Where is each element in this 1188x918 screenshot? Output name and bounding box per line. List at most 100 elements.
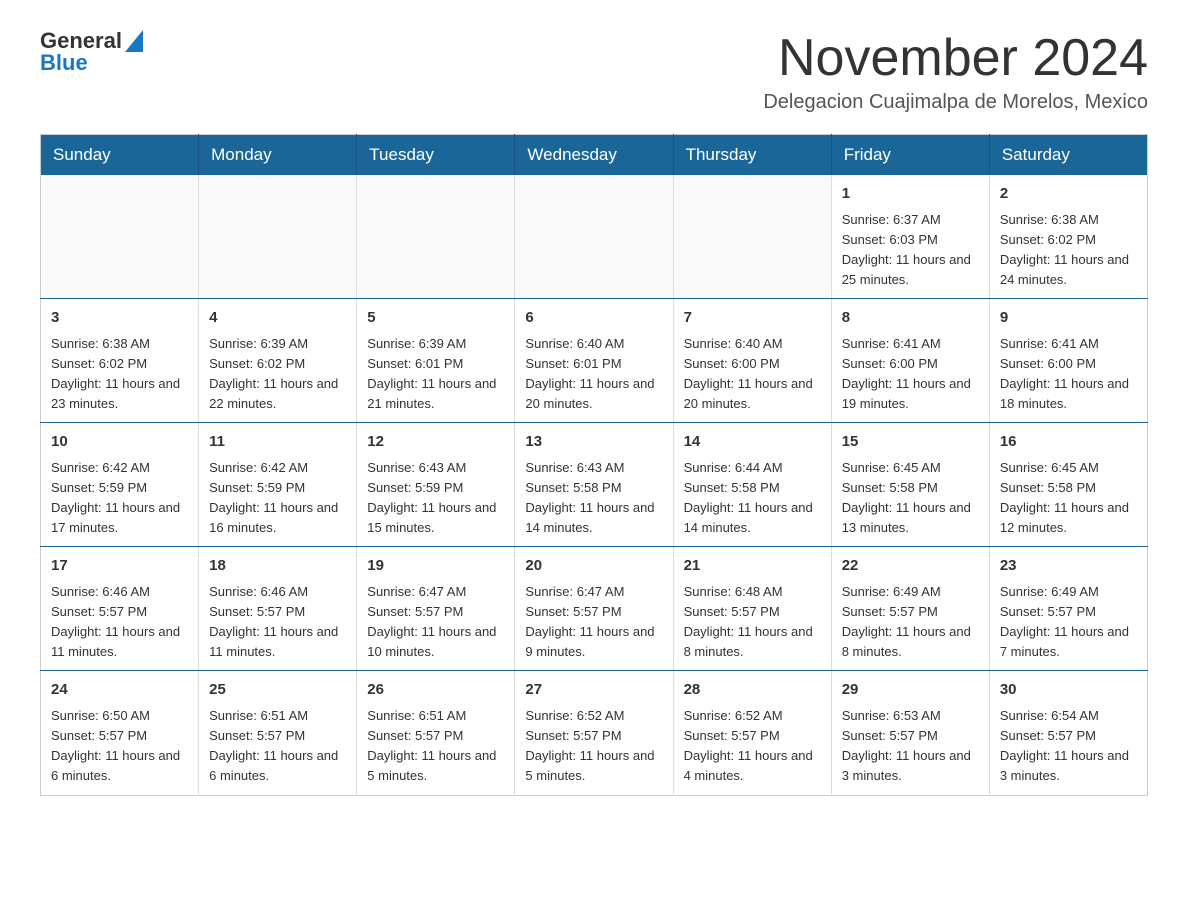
day-info: Sunrise: 6:53 AMSunset: 5:57 PMDaylight:… [842,706,979,787]
day-number: 17 [51,555,188,578]
day-number: 7 [684,307,821,330]
day-number: 23 [1000,555,1137,578]
day-number: 4 [209,307,346,330]
calendar-cell [41,175,199,299]
day-number: 13 [525,431,662,454]
calendar-cell: 4 Sunrise: 6:39 AMSunset: 6:02 PMDaylight… [199,299,357,423]
day-number: 8 [842,307,979,330]
calendar-cell: 22 Sunrise: 6:49 AMSunset: 5:57 PMDayligh… [831,547,989,671]
header: General Blue November 2024 Delegacion Cu… [40,30,1148,114]
day-number: 28 [684,679,821,702]
calendar-cell: 19Sunrise: 6:47 AMSunset: 5:57 PMDayligh… [357,547,515,671]
day-number: 2 [1000,183,1137,206]
day-number: 27 [525,679,662,702]
day-info: Sunrise: 6:48 AMSunset: 5:57 PMDaylight:… [684,582,821,663]
calendar-cell: 25 Sunrise: 6:51 AMSunset: 5:57 PMDayligh… [199,671,357,795]
day-number: 20 [525,555,662,578]
calendar-cell: 3 Sunrise: 6:38 AMSunset: 6:02 PMDaylight… [41,299,199,423]
calendar-cell: 6 Sunrise: 6:40 AMSunset: 6:01 PMDaylight… [515,299,673,423]
calendar-week-row: 24 Sunrise: 6:50 AMSunset: 5:57 PMDayligh… [41,671,1148,795]
day-info: Sunrise: 6:47 AMSunset: 5:57 PMDaylight:… [367,582,504,663]
calendar-cell: 1 Sunrise: 6:37 AMSunset: 6:03 PMDaylight… [831,175,989,299]
day-number: 21 [684,555,821,578]
calendar-cell: 26 Sunrise: 6:51 AMSunset: 5:57 PMDayligh… [357,671,515,795]
day-number: 11 [209,431,346,454]
day-info: Sunrise: 6:41 AMSunset: 6:00 PMDaylight:… [842,334,979,415]
calendar-cell: 21 Sunrise: 6:48 AMSunset: 5:57 PMDayligh… [673,547,831,671]
day-number: 22 [842,555,979,578]
day-number: 3 [51,307,188,330]
day-info: Sunrise: 6:46 AMSunset: 5:57 PMDaylight:… [51,582,188,663]
logo: General Blue [40,30,143,74]
title-area: November 2024 Delegacion Cuajimalpa de M… [763,30,1148,114]
day-info: Sunrise: 6:37 AMSunset: 6:03 PMDaylight:… [842,210,979,291]
calendar-header-thursday: Thursday [673,135,831,176]
logo-triangle-icon [125,30,143,52]
calendar-cell: 20 Sunrise: 6:47 AMSunset: 5:57 PMDayligh… [515,547,673,671]
calendar-cell: 9Sunrise: 6:41 AMSunset: 6:00 PMDaylight… [989,299,1147,423]
calendar-week-row: 10 Sunrise: 6:42 AMSunset: 5:59 PMDayligh… [41,423,1148,547]
calendar-week-row: 17 Sunrise: 6:46 AMSunset: 5:57 PMDayligh… [41,547,1148,671]
calendar-header-row: SundayMondayTuesdayWednesdayThursdayFrid… [41,135,1148,176]
calendar-cell: 30Sunrise: 6:54 AMSunset: 5:57 PMDayligh… [989,671,1147,795]
calendar-header-tuesday: Tuesday [357,135,515,176]
calendar-cell: 8 Sunrise: 6:41 AMSunset: 6:00 PMDaylight… [831,299,989,423]
calendar-cell: 7 Sunrise: 6:40 AMSunset: 6:00 PMDaylight… [673,299,831,423]
day-number: 12 [367,431,504,454]
calendar-cell [673,175,831,299]
day-number: 25 [209,679,346,702]
month-title: November 2024 [763,30,1148,87]
day-number: 6 [525,307,662,330]
day-info: Sunrise: 6:38 AMSunset: 6:02 PMDaylight:… [1000,210,1137,291]
day-info: Sunrise: 6:51 AMSunset: 5:57 PMDaylight:… [367,706,504,787]
calendar-cell: 24 Sunrise: 6:50 AMSunset: 5:57 PMDayligh… [41,671,199,795]
calendar-cell: 27Sunrise: 6:52 AMSunset: 5:57 PMDayligh… [515,671,673,795]
day-info: Sunrise: 6:49 AMSunset: 5:57 PMDaylight:… [1000,582,1137,663]
day-info: Sunrise: 6:40 AMSunset: 6:00 PMDaylight:… [684,334,821,415]
day-info: Sunrise: 6:51 AMSunset: 5:57 PMDaylight:… [209,706,346,787]
day-number: 24 [51,679,188,702]
logo-general-text: General [40,30,122,52]
day-info: Sunrise: 6:40 AMSunset: 6:01 PMDaylight:… [525,334,662,415]
calendar-cell [357,175,515,299]
day-number: 30 [1000,679,1137,702]
calendar-cell: 23 Sunrise: 6:49 AMSunset: 5:57 PMDayligh… [989,547,1147,671]
calendar-week-row: 3 Sunrise: 6:38 AMSunset: 6:02 PMDaylight… [41,299,1148,423]
day-info: Sunrise: 6:38 AMSunset: 6:02 PMDaylight:… [51,334,188,415]
calendar-cell: 2 Sunrise: 6:38 AMSunset: 6:02 PMDaylight… [989,175,1147,299]
calendar-table: SundayMondayTuesdayWednesdayThursdayFrid… [40,134,1148,795]
day-info: Sunrise: 6:43 AMSunset: 5:59 PMDaylight:… [367,458,504,539]
day-info: Sunrise: 6:47 AMSunset: 5:57 PMDaylight:… [525,582,662,663]
day-number: 5 [367,307,504,330]
day-info: Sunrise: 6:42 AMSunset: 5:59 PMDaylight:… [51,458,188,539]
calendar-cell: 16Sunrise: 6:45 AMSunset: 5:58 PMDayligh… [989,423,1147,547]
calendar-cell: 14Sunrise: 6:44 AMSunset: 5:58 PMDayligh… [673,423,831,547]
day-info: Sunrise: 6:39 AMSunset: 6:01 PMDaylight:… [367,334,504,415]
calendar-header-saturday: Saturday [989,135,1147,176]
calendar-cell [515,175,673,299]
calendar-cell: 18Sunrise: 6:46 AMSunset: 5:57 PMDayligh… [199,547,357,671]
day-number: 1 [842,183,979,206]
calendar-week-row: 1 Sunrise: 6:37 AMSunset: 6:03 PMDaylight… [41,175,1148,299]
day-info: Sunrise: 6:41 AMSunset: 6:00 PMDaylight:… [1000,334,1137,415]
calendar-cell: 15Sunrise: 6:45 AMSunset: 5:58 PMDayligh… [831,423,989,547]
calendar-cell: 11Sunrise: 6:42 AMSunset: 5:59 PMDayligh… [199,423,357,547]
day-number: 18 [209,555,346,578]
calendar-header-friday: Friday [831,135,989,176]
location-subtitle: Delegacion Cuajimalpa de Morelos, Mexico [763,91,1148,114]
day-info: Sunrise: 6:43 AMSunset: 5:58 PMDaylight:… [525,458,662,539]
day-info: Sunrise: 6:45 AMSunset: 5:58 PMDaylight:… [842,458,979,539]
day-info: Sunrise: 6:49 AMSunset: 5:57 PMDaylight:… [842,582,979,663]
day-info: Sunrise: 6:50 AMSunset: 5:57 PMDaylight:… [51,706,188,787]
calendar-cell: 29 Sunrise: 6:53 AMSunset: 5:57 PMDayligh… [831,671,989,795]
calendar-cell: 10 Sunrise: 6:42 AMSunset: 5:59 PMDayligh… [41,423,199,547]
calendar-header-wednesday: Wednesday [515,135,673,176]
day-number: 26 [367,679,504,702]
calendar-header-monday: Monday [199,135,357,176]
day-number: 14 [684,431,821,454]
day-number: 10 [51,431,188,454]
day-number: 29 [842,679,979,702]
calendar-header-sunday: Sunday [41,135,199,176]
day-info: Sunrise: 6:39 AMSunset: 6:02 PMDaylight:… [209,334,346,415]
calendar-cell: 13 Sunrise: 6:43 AMSunset: 5:58 PMDayligh… [515,423,673,547]
